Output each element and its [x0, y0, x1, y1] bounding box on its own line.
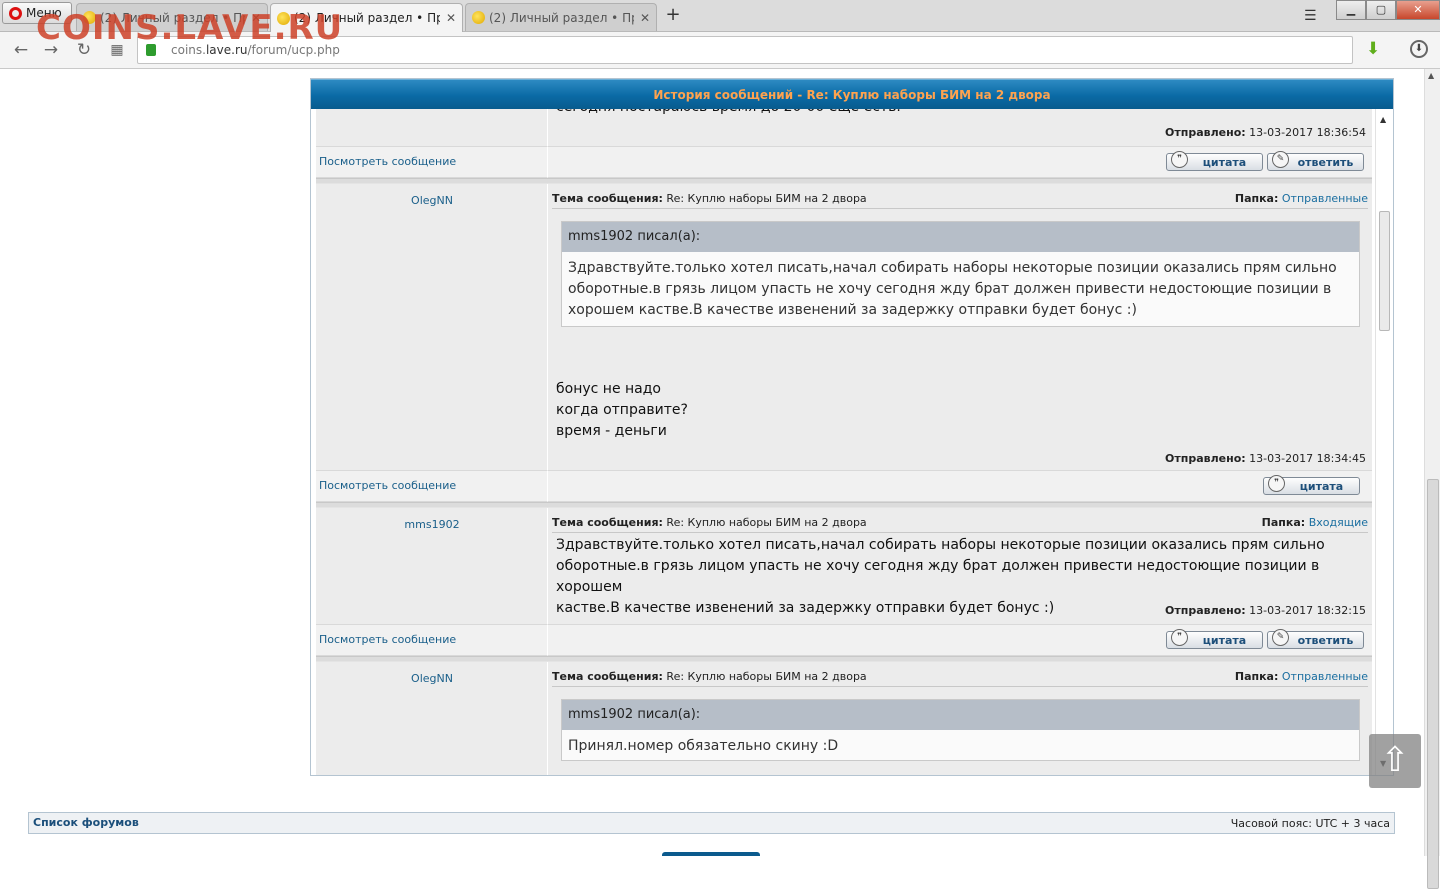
quote-bubble-icon: ❞: [1268, 475, 1285, 492]
message-author[interactable]: OlegNN: [316, 194, 548, 207]
message-history-panel: История сообщений - Re: Куплю наборы БИМ…: [310, 78, 1394, 776]
back-arrow-icon[interactable]: ←: [10, 39, 32, 61]
divider: [552, 208, 1368, 209]
tab-title: (2) Личный раздел • Проф: [489, 10, 634, 25]
browser-tab-3[interactable]: (2) Личный раздел • Проф ✕: [465, 3, 657, 31]
quote-bubble-icon: ❞: [1171, 629, 1188, 646]
message-author[interactable]: OlegNN: [316, 672, 548, 685]
forum-list-link[interactable]: Список форумов: [33, 816, 139, 829]
smiley-favicon-icon: [472, 11, 485, 24]
folder-link[interactable]: Отправленные: [1282, 192, 1368, 205]
quote-body: Принял.номер обязательно скину :D: [568, 738, 839, 754]
quote-block: mms1902 писал(а): Здравствуйте.только хо…: [561, 221, 1360, 327]
quote-button[interactable]: ❞ цитата: [1263, 475, 1360, 495]
quote-bubble-icon: ❞: [1171, 151, 1188, 168]
watermark: COINS.LAVE.RU: [36, 8, 344, 48]
reply-document-icon: ✎: [1272, 151, 1289, 168]
message-subject: Тема сообщения: Re: Куплю наборы БИМ на …: [552, 192, 867, 205]
message-folder: Папка: Отправленные: [1234, 192, 1368, 205]
sent-time: Отправлено: 13-03-2017 18:32:15: [1165, 604, 1366, 617]
quote-author: mms1902 писал(а):: [562, 700, 1359, 730]
close-tab-icon[interactable]: ✕: [446, 11, 456, 25]
scrollbar-thumb[interactable]: [1379, 211, 1390, 331]
new-tab-plus-icon[interactable]: +: [664, 5, 682, 25]
message-list-scrollbar[interactable]: ▲ ▼: [1375, 109, 1393, 775]
quote-body: Здравствуйте.только хотел писать,начал с…: [568, 260, 1337, 318]
view-message-link[interactable]: Посмотреть сообщение: [319, 479, 456, 492]
message-subject: Тема сообщения: Re: Куплю наборы БИМ на …: [552, 516, 867, 529]
footer-bar: Список форумов Часовой пояс: UTC + 3 час…: [28, 812, 1395, 834]
message-subject: Тема сообщения: Re: Куплю наборы БИМ на …: [552, 670, 867, 683]
opera-logo-icon: [9, 6, 22, 20]
quote-block: mms1902 писал(а): Принял.номер обязатель…: [561, 699, 1360, 761]
message-history-list[interactable]: сегодня постараюсь время до 20-00 еще ес…: [316, 109, 1372, 775]
bottom-button-edge[interactable]: [662, 852, 760, 856]
maximize-window-icon[interactable]: ▢: [1366, 0, 1396, 20]
download-arrow-icon[interactable]: ⬇: [1366, 39, 1380, 59]
page-scrollbar-thumb[interactable]: [1427, 479, 1439, 889]
divider: [552, 686, 1368, 687]
scroll-up-arrow-icon[interactable]: ▲: [1380, 115, 1386, 124]
view-message-link[interactable]: Посмотреть сообщение: [319, 155, 456, 168]
message-body-partial: сегодня постараюсь время до 20-00 еще ес…: [556, 109, 901, 118]
folder-link[interactable]: Отправленные: [1282, 670, 1368, 683]
reply-document-icon: ✎: [1272, 629, 1289, 646]
message-actions-row: Посмотреть сообщение ❞ цитата ✎ ответить: [316, 624, 1372, 656]
message-row: OlegNN Тема сообщения: Re: Куплю наборы …: [316, 184, 1372, 471]
quote-button[interactable]: ❞ цитата: [1166, 629, 1263, 649]
reply-button[interactable]: ✎ ответить: [1267, 151, 1364, 171]
message-actions-row: Посмотреть сообщение ❞ цитата ✎ ответить: [316, 146, 1372, 178]
timezone-label: Часовой пояс: UTC + 3 часа: [1230, 817, 1390, 830]
message-folder: Папка: Входящие: [1261, 516, 1368, 529]
tab-menu-icon[interactable]: ☰: [1304, 8, 1320, 24]
close-window-icon[interactable]: ✕: [1396, 0, 1440, 20]
back-to-top-arrow-icon[interactable]: ⇧: [1369, 734, 1421, 788]
close-tab-icon[interactable]: ✕: [640, 11, 650, 25]
view-message-link[interactable]: Посмотреть сообщение: [319, 633, 456, 646]
message-row: mms1902 Тема сообщения: Re: Куплю наборы…: [316, 508, 1372, 625]
message-row: сегодня постараюсь время до 20-00 еще ес…: [316, 109, 1372, 146]
page-scroll-up-icon[interactable]: ▲: [1428, 71, 1434, 80]
divider: [552, 532, 1368, 533]
sent-time: Отправлено: 13-03-2017 18:36:54: [1165, 126, 1366, 139]
message-actions-row: Посмотреть сообщение ❞ цитата: [316, 470, 1372, 502]
message-author[interactable]: mms1902: [316, 518, 548, 531]
quote-author: mms1902 писал(а):: [562, 222, 1359, 252]
folder-link[interactable]: Входящие: [1309, 516, 1368, 529]
sent-time: Отправлено: 13-03-2017 18:34:45: [1165, 452, 1366, 465]
reply-button[interactable]: ✎ ответить: [1267, 629, 1364, 649]
downloads-circle-icon[interactable]: ⬇: [1410, 40, 1428, 58]
minimize-window-icon[interactable]: ▁: [1336, 0, 1366, 20]
panel-title: История сообщений - Re: Куплю наборы БИМ…: [311, 79, 1393, 109]
message-body: бонус не надо когда отправите? время - д…: [556, 381, 688, 439]
message-row: OlegNN Тема сообщения: Re: Куплю наборы …: [316, 662, 1372, 775]
message-folder: Папка: Отправленные: [1234, 670, 1368, 683]
page-scrollbar[interactable]: ▲: [1424, 69, 1440, 889]
quote-button[interactable]: ❞ цитата: [1166, 151, 1263, 171]
